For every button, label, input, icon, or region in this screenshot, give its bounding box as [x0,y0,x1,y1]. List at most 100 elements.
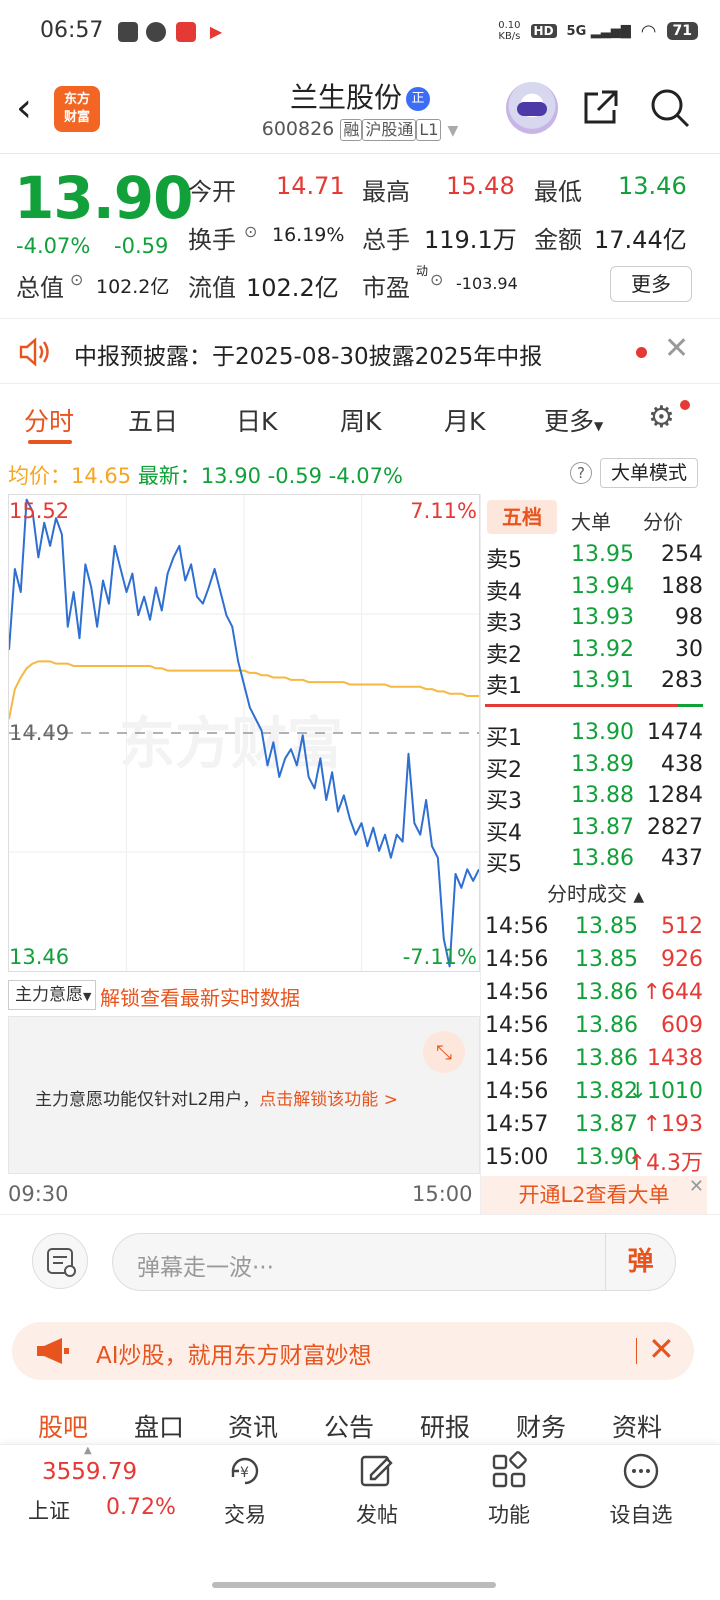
info-values: 均价：14.65 最新：13.90 -0.59 -4.07% [8,460,403,490]
tag-margin: 融 [340,119,363,141]
ask-row[interactable]: 卖5 13.95 254 [481,542,707,574]
close-icon[interactable]: ✕ [689,1176,704,1197]
stock-header: ‹ 东方 财富 兰生股份正 600826 融沪股通 L1 ▼ [0,64,720,154]
float-label: 流值 [188,274,236,302]
ask-row[interactable]: 卖4 13.94 188 [481,574,707,606]
ask-volume: 30 [675,636,703,662]
ai-banner[interactable]: AI炒股，就用东方财富妙想 ✕ [12,1322,694,1380]
more-button[interactable]: 更多 [610,266,692,302]
ask-volume: 188 [661,573,703,599]
index-value[interactable]: 3559.79 [42,1459,137,1485]
functions-button[interactable]: 功能 [464,1451,554,1529]
main-force-dropdown[interactable]: 主力意愿▼ [8,980,96,1010]
tab-finance[interactable]: 财务 [516,1408,566,1444]
ask-label: 卖1 [486,674,522,699]
expand-icon[interactable]: ⤡ [423,1031,465,1073]
tab-announcements[interactable]: 公告 [324,1408,374,1444]
tick-row: 15:00 13.90 ↑4.3万 [481,1145,707,1177]
tab-research[interactable]: 研报 [420,1408,470,1444]
danmaku-settings-icon[interactable] [32,1233,88,1289]
big-order-mode-button[interactable]: 大单模式 [600,458,698,488]
bid-row[interactable]: 买2 13.89 438 [481,752,707,784]
settings-gear-icon[interactable]: ⚙ [648,400,675,435]
search-icon[interactable] [648,86,692,130]
close-icon[interactable]: ✕ [664,331,689,366]
ask-row[interactable]: 卖1 13.91 283 [481,668,707,700]
y-mid-label: 14.49 [9,721,70,745]
danmaku-toggle-button[interactable]: 弹 [605,1234,675,1290]
tick-price: 13.85 [575,947,638,972]
share-icon[interactable] [580,88,620,128]
change-amount: -0.59 [114,234,169,258]
quote-panel: 13.90 -4.07% -0.59 今开 14.71 最高 15.48 最低 … [0,154,720,318]
bid-volume: 1474 [647,720,703,745]
grid-icon [492,1451,527,1488]
tick-time: 14:56 [485,947,549,972]
bid-label: 买3 [486,789,522,814]
tab-five-level[interactable]: 五档 [487,500,557,534]
status-right: 0.10 KB/s HD 5G ▂▃▅▇ ◠ 71 [498,20,698,42]
tab-order-book[interactable]: 盘口 [134,1408,184,1444]
bid-row[interactable]: 买5 13.86 437 [481,846,707,878]
svg-text:¥: ¥ [240,1465,249,1481]
tab-more[interactable]: 更多▼ [544,402,603,438]
tab-news[interactable]: 资讯 [228,1408,278,1444]
info-icon[interactable]: ⊙ [244,222,257,241]
tab-forum[interactable]: 股吧 [38,1408,88,1444]
tab-profile[interactable]: 资料 [612,1408,662,1444]
tick-volume: ↑4.3万 [627,1151,703,1176]
post-label: 发帖 [356,1503,398,1527]
ai-assistant-icon[interactable] [506,82,558,134]
info-icon[interactable]: ⊙ [430,270,443,289]
tab-intraday[interactable]: 分时 [24,402,74,438]
low-value: 13.46 [618,172,687,200]
index-name[interactable]: 上证 [28,1495,70,1525]
caret-up-icon: ▲ [84,1445,92,1456]
y-top-label: 15.52 [9,499,70,523]
tab-big-order[interactable]: 大单 [571,506,611,535]
bid-row[interactable]: 买1 13.90 1474 [481,720,707,752]
ask-price: 13.93 [571,605,634,630]
bid-row[interactable]: 买4 13.87 2827 [481,815,707,847]
bid-row[interactable]: 买3 13.88 1284 [481,783,707,815]
pe-label: 市盈 [362,274,410,302]
ask-label: 卖4 [486,579,522,605]
speaker-icon [19,337,49,367]
post-button[interactable]: 发帖 [332,1451,422,1529]
ask-row[interactable]: 卖3 13.93 98 [481,605,707,637]
ask-row[interactable]: 卖2 13.92 30 [481,637,707,669]
tick-row: 14:56 13.86 1438 [481,1046,707,1078]
open-l2-button[interactable]: 开通L2查看大单 [481,1176,707,1214]
chevron-down-icon[interactable]: ▼ [447,123,458,139]
tick-price: 13.86 [575,980,638,1005]
tick-price: 13.85 [575,914,638,939]
volume-label: 总手 [362,226,410,254]
index-percent[interactable]: 0.72% [106,1495,176,1520]
tab-five-day[interactable]: 五日 [128,402,178,438]
tab-weekly-k[interactable]: 周K [340,402,381,438]
bid-label: 买5 [486,852,522,877]
ticks-title[interactable]: 分时成交 ▲ [547,878,644,907]
turnover-value: 16.19% [272,224,345,246]
home-indicator[interactable] [212,1582,496,1588]
close-icon[interactable]: ✕ [648,1330,675,1368]
tab-price-dist[interactable]: 分价 [643,506,683,535]
tab-monthly-k[interactable]: 月K [444,402,485,438]
tab-daily-k[interactable]: 日K [236,402,277,438]
info-icon[interactable]: ⊙ [70,270,83,289]
tick-price: 13.86 [575,1013,638,1038]
help-icon[interactable]: ? [570,462,592,484]
unlock-link[interactable]: 解锁查看最新实时数据 [100,982,300,1011]
intraday-chart[interactable]: 东方财富 15.52 7.11% 14.49 13.46 -7.11% [8,494,480,972]
trade-button[interactable]: ¥ 交易 [200,1451,290,1529]
status-bar: 06:57 ▶ 0.10 KB/s HD 5G ▂▃▅▇ ◠ 71 [0,0,720,64]
unread-dot [680,400,690,410]
notice-banner[interactable]: 中报预披露：于2025-08-30披露2025年中报 ✕ [0,318,720,384]
x-end-label: 15:00 [412,1182,473,1206]
add-watchlist-button[interactable]: 设自选 [596,1451,686,1529]
danmaku-input[interactable]: 弹幕走一波··· 弹 [112,1233,676,1291]
mktcap-value: 102.2亿 [96,276,170,298]
l2-message: 主力意愿功能仅针对L2用户，点击解锁该功能 > [35,1085,398,1110]
l2-unlock-link[interactable]: 点击解锁该功能 > [259,1090,398,1110]
danmaku-settings-svg [47,1248,76,1277]
